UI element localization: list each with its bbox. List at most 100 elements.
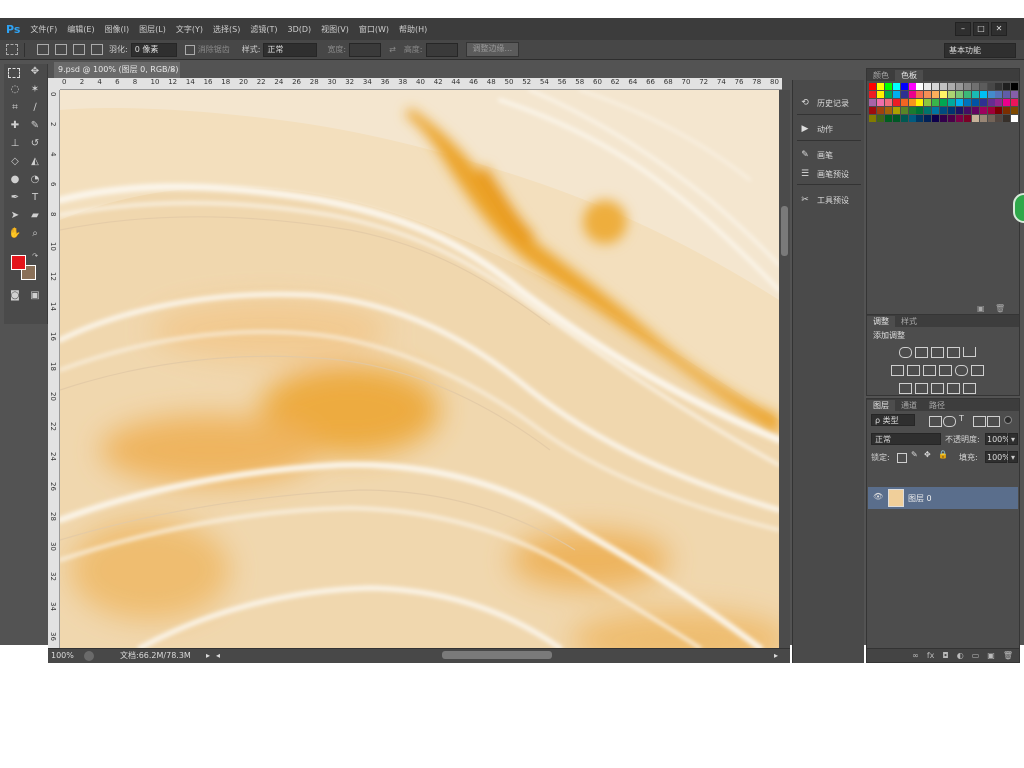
color-swatch[interactable] — [908, 115, 916, 122]
dock-brush-presets[interactable]: ☰ 画笔预设 — [799, 165, 863, 183]
color-swatch[interactable] — [876, 99, 884, 106]
color-swatch[interactable] — [892, 107, 900, 114]
black-white-icon[interactable] — [923, 365, 936, 376]
new-adjustment-icon[interactable]: ◐ — [957, 651, 964, 660]
color-swatch[interactable] — [916, 99, 924, 106]
filter-toggle[interactable] — [1004, 416, 1012, 424]
color-swatch[interactable] — [884, 115, 892, 122]
color-swatch[interactable] — [908, 107, 916, 114]
color-swatch[interactable] — [987, 83, 995, 90]
color-swatch[interactable] — [1003, 99, 1011, 106]
color-swatch[interactable] — [1003, 115, 1011, 122]
color-swatch[interactable] — [892, 83, 900, 90]
color-swatch[interactable] — [963, 115, 971, 122]
color-swatch[interactable] — [900, 99, 908, 106]
color-swatch[interactable] — [932, 91, 940, 98]
color-swatch[interactable] — [940, 115, 948, 122]
opacity-dropdown-icon[interactable]: ▾ — [1008, 433, 1018, 445]
layer-row[interactable]: 👁 图层 0 — [868, 487, 1018, 509]
dock-tool-presets[interactable]: ✂ 工具预设 — [799, 191, 863, 209]
color-swatch[interactable] — [869, 115, 876, 122]
height-input[interactable] — [425, 42, 458, 57]
color-swatch[interactable] — [900, 83, 908, 90]
tab-swatches[interactable]: 色板 — [895, 70, 923, 81]
color-swatch[interactable] — [884, 83, 892, 90]
color-swatch[interactable] — [869, 107, 876, 114]
color-swatch[interactable] — [948, 99, 955, 106]
feather-input[interactable]: 0 像素 — [130, 42, 177, 57]
color-swatch[interactable] — [971, 115, 979, 122]
filter-adjustment-icon[interactable] — [943, 416, 956, 427]
color-swatch[interactable] — [979, 99, 987, 106]
menu-window[interactable]: 窗口(W) — [359, 24, 389, 35]
tab-styles[interactable]: 样式 — [895, 316, 923, 327]
dock-actions[interactable]: ▶ 动作 — [799, 120, 863, 138]
swap-colors-icon[interactable]: ↷ — [28, 250, 42, 262]
magic-wand-icon[interactable]: ✶ — [28, 84, 42, 96]
layer-name[interactable]: 图层 0 — [908, 493, 932, 504]
color-swatch[interactable] — [963, 91, 971, 98]
refine-edge-button[interactable]: 调整边缘... — [465, 42, 520, 57]
hand-tool-icon[interactable]: ✋ — [8, 228, 22, 240]
color-swatch[interactable] — [971, 99, 979, 106]
exposure-icon[interactable] — [947, 347, 960, 358]
brush-tool-icon[interactable]: ✎ — [28, 120, 42, 132]
new-swatch-icon[interactable]: ▣ — [977, 304, 985, 313]
posterize-icon[interactable] — [915, 383, 928, 394]
color-swatch[interactable] — [916, 83, 924, 90]
scroll-left-icon[interactable]: ◂ — [216, 649, 220, 663]
floating-green-button[interactable] — [1013, 193, 1024, 223]
maximize-button[interactable]: □ — [973, 22, 989, 36]
eyedropper-icon[interactable]: ∕ — [28, 102, 42, 114]
color-swatch[interactable] — [869, 83, 876, 90]
menu-view[interactable]: 视图(V) — [321, 24, 349, 35]
color-swatch[interactable] — [948, 83, 955, 90]
color-swatch[interactable] — [940, 107, 948, 114]
path-select-icon[interactable]: ➤ — [8, 210, 22, 222]
color-swatch[interactable] — [900, 107, 908, 114]
lock-all-icon[interactable]: 🔒 — [938, 450, 948, 459]
color-swatch[interactable] — [1011, 99, 1019, 106]
threshold-icon[interactable] — [931, 383, 944, 394]
color-swatch[interactable] — [1011, 83, 1019, 90]
width-input[interactable] — [349, 42, 382, 57]
horizontal-scroll-thumb[interactable] — [442, 651, 552, 659]
curves-icon[interactable] — [931, 347, 944, 358]
menu-type[interactable]: 文字(Y) — [176, 24, 203, 35]
filter-smart-icon[interactable] — [987, 416, 1000, 427]
new-layer-icon[interactable]: ▣ — [987, 651, 995, 660]
color-swatch[interactable] — [955, 91, 963, 98]
marquee-tool-icon[interactable] — [8, 68, 20, 78]
color-swatch[interactable] — [876, 107, 884, 114]
color-swatch[interactable] — [1011, 91, 1019, 98]
menu-filter[interactable]: 滤镜(T) — [250, 24, 277, 35]
color-swatch[interactable] — [884, 91, 892, 98]
color-swatch[interactable] — [995, 91, 1003, 98]
color-swatch[interactable] — [892, 91, 900, 98]
color-swatch[interactable] — [940, 91, 948, 98]
lock-paint-icon[interactable]: ✎ — [911, 450, 918, 459]
color-swatch[interactable] — [1003, 83, 1011, 90]
color-swatch[interactable] — [924, 99, 932, 106]
filter-shape-icon[interactable] — [973, 416, 986, 427]
crop-tool-icon[interactable]: ⌗ — [8, 102, 22, 114]
color-swatch[interactable] — [892, 99, 900, 106]
color-swatch[interactable] — [908, 99, 916, 106]
vertical-scrollbar[interactable] — [779, 90, 790, 648]
hue-saturation-icon[interactable] — [891, 365, 904, 376]
healing-brush-icon[interactable]: ✚ — [8, 120, 22, 132]
color-swatch[interactable] — [1003, 91, 1011, 98]
opacity-input[interactable]: 100% — [985, 433, 1010, 445]
close-button[interactable]: ✕ — [991, 22, 1007, 36]
filter-pixel-icon[interactable] — [929, 416, 942, 427]
color-swatch[interactable] — [1003, 107, 1011, 114]
color-swatch[interactable] — [876, 91, 884, 98]
dodge-tool-icon[interactable]: ◔ — [28, 174, 42, 186]
add-mask-icon[interactable]: ◘ — [942, 651, 948, 660]
swap-icon[interactable]: ⇄ — [389, 45, 396, 54]
type-tool-icon[interactable]: T — [28, 192, 42, 204]
fill-dropdown-icon[interactable]: ▾ — [1008, 451, 1018, 463]
horizontal-ruler[interactable]: 0 2 4 6 8 10 12 14 16 18 20 22 24 26 28 30 32 34 36 38 40 42 4… — [60, 78, 782, 90]
invert-icon[interactable] — [899, 383, 912, 394]
antialias-checkbox[interactable] — [184, 44, 195, 55]
